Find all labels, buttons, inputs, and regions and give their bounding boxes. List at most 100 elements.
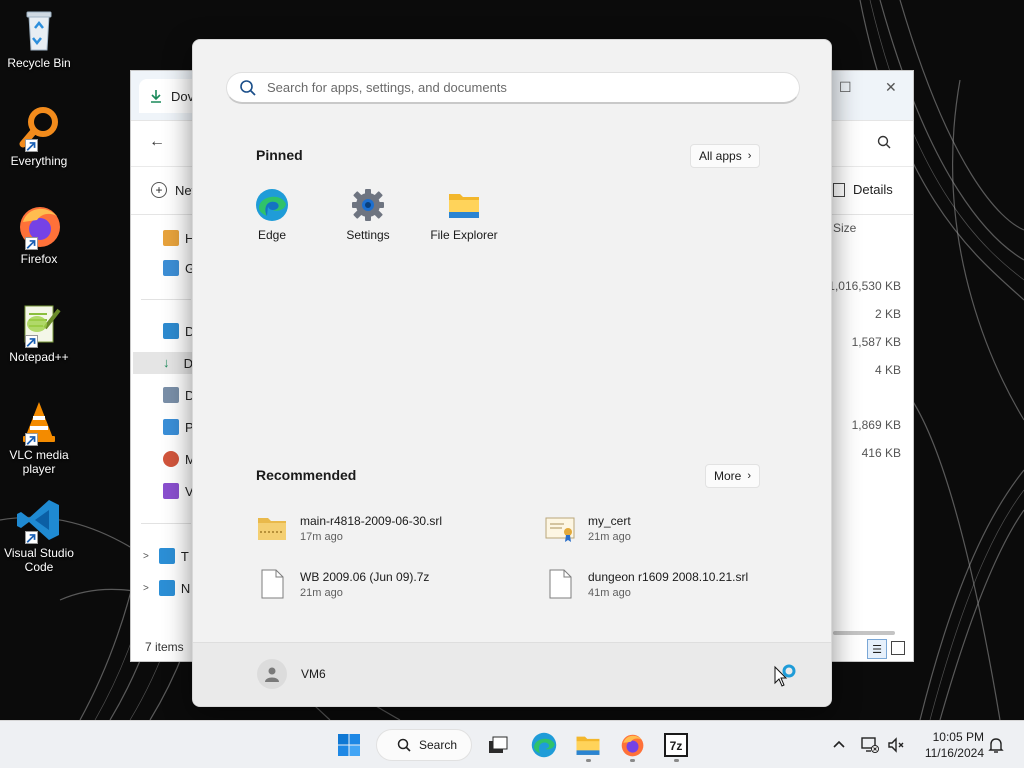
desktop-icon-label: VLC media player: [9, 448, 69, 476]
chevron-right-icon: >: [143, 550, 149, 562]
list-view-icon: ☰: [872, 643, 882, 656]
taskbar: Search 7z 10:05 PM 11/16/2024: [0, 720, 1024, 768]
recommended-item-name: WB 2009.06 (Jun 09).7z: [300, 569, 430, 584]
desktop-icon-everything[interactable]: Everything: [2, 104, 76, 192]
start-menu-footer: VM6: [193, 642, 831, 706]
nav-item-music[interactable]: M: [163, 448, 196, 470]
nav-item-videos[interactable]: V: [163, 480, 194, 502]
mouse-cursor-busy-icon: [774, 664, 796, 687]
recommended-section-title: Recommended: [256, 467, 357, 483]
recommended-item[interactable]: dungeon r1609 2008.10.21.srl 41m ago: [544, 564, 784, 604]
explorer-tab-title: Dov: [171, 88, 195, 104]
svg-text:7z: 7z: [670, 739, 683, 753]
vscode-icon: [15, 496, 63, 544]
taskbar-file-explorer-button[interactable]: [570, 727, 606, 763]
edge-icon: [531, 732, 557, 758]
desktop-icon-label: Visual Studio Code: [4, 546, 74, 574]
user-name: VM6: [301, 667, 326, 681]
settings-gear-icon: [352, 189, 384, 221]
taskbar-7zip-button[interactable]: 7z: [658, 727, 694, 763]
nav-item-desktop[interactable]: D: [163, 320, 194, 342]
maximize-icon[interactable]: ☐: [839, 79, 852, 96]
nav-item-downloads[interactable]: ↓ D: [133, 352, 193, 374]
speaker-muted-icon[interactable]: [886, 735, 906, 755]
desktop-icon-recycle-bin[interactable]: Recycle Bin: [2, 6, 76, 94]
more-button[interactable]: More ›: [705, 464, 761, 488]
taskbar-search-label: Search: [419, 738, 458, 752]
gallery-icon: [163, 260, 179, 276]
recommended-item-name: main-r4818-2009-06-30.srl: [300, 513, 443, 528]
search-icon[interactable]: [877, 135, 891, 149]
power-button[interactable]: [773, 661, 803, 691]
recommended-item-name: my_cert: [588, 513, 631, 528]
pinned-app-edge[interactable]: Edge: [224, 188, 320, 252]
task-view-button[interactable]: [480, 727, 516, 763]
pictures-icon: [163, 419, 179, 435]
shortcut-arrow-icon: [25, 433, 38, 446]
recommended-item-time: 17m ago: [300, 530, 343, 543]
pinned-app-settings[interactable]: Settings: [320, 188, 416, 252]
taskbar-firefox-button[interactable]: [614, 727, 650, 763]
nav-item-network[interactable]: > N: [143, 577, 190, 599]
recommended-item[interactable]: WB 2009.06 (Jun 09).7z 21m ago: [256, 564, 496, 604]
desktop-icon-label: Notepad++: [9, 350, 69, 364]
pinned-app-label: Edge: [257, 228, 287, 242]
nav-item-pictures[interactable]: P: [163, 416, 194, 438]
recommended-item[interactable]: my_cert 21m ago: [544, 508, 784, 548]
recommended-item[interactable]: main-r4818-2009-06-30.srl 17m ago: [256, 508, 496, 548]
desktop-folder-icon: [163, 323, 179, 339]
more-label: More: [714, 469, 742, 483]
search-icon: [240, 79, 256, 96]
videos-icon: [163, 483, 179, 499]
firefox-icon: [15, 202, 63, 250]
recycle-bin-icon: [15, 6, 63, 54]
nav-item-label: N: [180, 580, 191, 596]
running-indicator: [586, 759, 591, 762]
avatar: [257, 659, 287, 689]
clock-date: 11/16/2024: [924, 746, 984, 760]
document-icon: [261, 569, 284, 599]
back-arrow-icon[interactable]: ←: [149, 133, 165, 151]
this-pc-icon: [158, 548, 175, 564]
taskbar-search-button[interactable]: Search: [376, 729, 472, 761]
recommended-item-time: 21m ago: [588, 530, 631, 543]
nav-item-home[interactable]: H: [163, 227, 194, 249]
details-button[interactable]: Details: [833, 182, 893, 197]
notification-bell-icon[interactable]: [986, 735, 1006, 755]
taskbar-clock[interactable]: 10:05 PM 11/16/2024: [914, 729, 984, 761]
desktop-icon-label: Recycle Bin: [7, 56, 71, 70]
nav-divider: [141, 523, 191, 524]
details-view-button[interactable]: ☰: [867, 639, 887, 659]
tiles-view-button[interactable]: [891, 641, 905, 655]
all-apps-label: All apps: [699, 149, 742, 163]
home-icon: [163, 230, 179, 246]
taskbar-edge-button[interactable]: [526, 727, 562, 763]
search-icon: [397, 738, 411, 752]
network-icon: [158, 580, 175, 596]
nav-item-label: T: [180, 548, 189, 564]
desktop-icon-firefox[interactable]: Firefox: [2, 202, 76, 290]
desktop-icon-notepad-plus-plus[interactable]: Notepad++: [2, 300, 76, 388]
pinned-app-file-explorer[interactable]: File Explorer: [416, 188, 512, 252]
start-search-box[interactable]: [226, 72, 800, 104]
chevron-up-icon[interactable]: [829, 735, 849, 755]
desktop-icon-vscode[interactable]: Visual Studio Code: [2, 496, 76, 586]
chevron-right-icon: ›: [747, 150, 752, 162]
close-icon[interactable]: ✕: [885, 79, 897, 96]
user-account-button[interactable]: VM6: [257, 659, 326, 689]
shortcut-arrow-icon: [25, 531, 38, 544]
task-view-icon: [489, 736, 508, 753]
all-apps-button[interactable]: All apps ›: [690, 144, 761, 168]
desktop-icon-vlc[interactable]: VLC media player: [2, 398, 76, 488]
pinned-app-label: Settings: [346, 228, 390, 242]
chevron-right-icon: >: [143, 582, 149, 594]
file-explorer-icon: [576, 736, 600, 755]
network-disconnected-icon[interactable]: [860, 735, 880, 755]
nav-item-gallery[interactable]: G: [163, 257, 195, 279]
file-explorer-icon: [449, 194, 479, 218]
nav-item-this-pc[interactable]: > T: [143, 545, 189, 567]
start-search-input[interactable]: [267, 80, 767, 95]
size-column-header[interactable]: Size: [833, 221, 856, 235]
start-button[interactable]: [331, 727, 367, 763]
nav-item-documents[interactable]: D: [163, 384, 194, 406]
